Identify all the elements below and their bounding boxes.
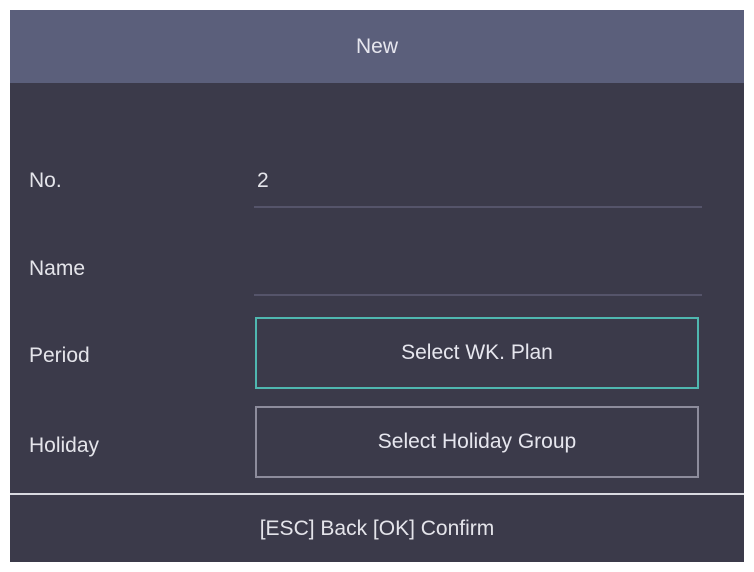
dialog-title: New	[355, 34, 398, 58]
select-week-plan-label: Select WK. Plan	[401, 341, 553, 364]
dialog-title-bar: New	[10, 10, 744, 83]
select-holiday-group-button[interactable]: Select Holiday Group	[255, 406, 699, 478]
select-holiday-group-label: Select Holiday Group	[377, 430, 577, 453]
number-label: No.	[29, 169, 62, 192]
footer-hint: [ESC] Back [OK] Confirm	[259, 516, 495, 540]
number-value[interactable]: 2	[257, 168, 269, 194]
number-field-underline	[254, 206, 702, 208]
device-screen: New No. 2 Name Period Select WK. Plan Ho…	[10, 10, 744, 562]
holiday-label: Holiday	[29, 434, 100, 457]
select-week-plan-button[interactable]: Select WK. Plan	[255, 317, 699, 389]
name-field-underline	[254, 294, 702, 296]
footer-bar: [ESC] Back [OK] Confirm	[10, 495, 744, 562]
name-label: Name	[29, 257, 86, 280]
period-label: Period	[29, 344, 90, 367]
